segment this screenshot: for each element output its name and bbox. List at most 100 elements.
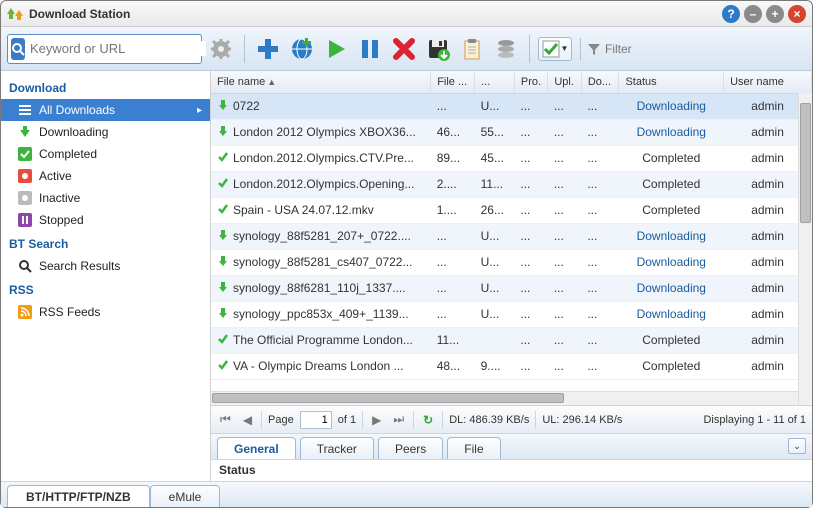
file-name: London.2012.Olympics.Opening... (233, 177, 414, 191)
file-size-cell: ... (431, 249, 475, 275)
refresh-button[interactable]: ↻ (420, 413, 436, 427)
cell: ... (581, 275, 619, 301)
save-button[interactable] (423, 34, 453, 64)
app-window: Download Station ? – + × (0, 0, 813, 508)
table-row[interactable]: VA - Olympic Dreams London ...48...9....… (211, 353, 812, 379)
resume-button[interactable] (321, 34, 351, 64)
table-row[interactable]: London.2012.Olympics.Opening...2....11..… (211, 171, 812, 197)
file-size-cell: ... (431, 275, 475, 301)
page-input[interactable] (300, 411, 332, 429)
search-button[interactable] (11, 38, 25, 60)
cell: ... (581, 249, 619, 275)
clipboard-button[interactable] (457, 34, 487, 64)
sidebar-item-downloading[interactable]: Downloading (1, 121, 210, 143)
status-icon (217, 125, 229, 140)
sidebar-item-label: Completed (39, 147, 202, 161)
collapse-panel-button[interactable]: ⌄ (788, 438, 806, 454)
sidebar-item-search-results[interactable]: Search Results (1, 255, 210, 277)
column-header[interactable]: User name (724, 71, 812, 93)
table-row[interactable]: synology_88f5281_cs407_0722......U......… (211, 249, 812, 275)
sidebar-item-rss-feeds[interactable]: RSS Feeds (1, 301, 210, 323)
file-size-cell: 11... (431, 327, 475, 353)
table-row[interactable]: synology_88f5281_207+_0722.......U......… (211, 223, 812, 249)
column-header[interactable]: File name▲ (211, 71, 431, 93)
queue-button[interactable] (491, 34, 521, 64)
table-row[interactable]: London.2012.Olympics.CTV.Pre...89...45..… (211, 145, 812, 171)
file-name: synology_ppc853x_409+_1139... (233, 307, 409, 321)
search-input[interactable] (28, 41, 206, 56)
table-row[interactable]: Spain - USA 24.07.12.mkv1....26.........… (211, 197, 812, 223)
page-of: of 1 (338, 414, 356, 426)
horizontal-scrollbar[interactable] (211, 391, 798, 405)
status-cell: Completed (619, 145, 724, 171)
pause-button[interactable] (355, 34, 385, 64)
cell: ... (514, 275, 547, 301)
cell: ... (548, 171, 581, 197)
cell: ... (514, 93, 547, 119)
table-row[interactable]: 0722...U............Downloadingadmin (211, 93, 812, 119)
file-name: synology_88f5281_cs407_0722... (233, 255, 412, 269)
close-button[interactable]: × (788, 5, 806, 23)
file-name: London.2012.Olympics.CTV.Pre... (233, 151, 414, 165)
file-name: The Official Programme London... (233, 333, 413, 347)
file-size-cell: 46... (431, 119, 475, 145)
cell: ... (548, 197, 581, 223)
help-button[interactable]: ? (722, 5, 740, 23)
add-button[interactable] (253, 34, 283, 64)
file-name: Spain - USA 24.07.12.mkv (233, 203, 374, 217)
status-cell: Completed (619, 171, 724, 197)
tab-peers[interactable]: Peers (378, 437, 443, 459)
filter-input[interactable] (605, 42, 806, 56)
minimize-button[interactable]: – (744, 5, 762, 23)
next-page-button[interactable]: ▶ (369, 413, 384, 427)
sidebar-item-label: All Downloads (39, 103, 191, 117)
table-row[interactable]: London 2012 Olympics XBOX36...46...55...… (211, 119, 812, 145)
cell: ... (514, 353, 547, 379)
sidebar-item-active[interactable]: Active (1, 165, 210, 187)
sidebar: DownloadAll Downloads▸DownloadingComplet… (1, 71, 211, 481)
main-panel: File name▲File ......Pro.Upl.Do...Status… (211, 71, 812, 481)
cell: U... (475, 275, 515, 301)
sidebar-item-inactive[interactable]: Inactive (1, 187, 210, 209)
cell: 45... (475, 145, 515, 171)
search-box (7, 34, 202, 64)
table-row[interactable]: synology_ppc853x_409+_1139......U.......… (211, 301, 812, 327)
first-page-button[interactable]: ⏮ (217, 412, 234, 427)
sidebar-item-label: Active (39, 169, 202, 183)
tab-general[interactable]: General (217, 437, 296, 459)
file-size-cell: ... (431, 93, 475, 119)
tab-tracker[interactable]: Tracker (300, 437, 374, 459)
file-name: 0722 (233, 99, 260, 113)
table-row[interactable]: synology_88f6281_110j_1337.......U......… (211, 275, 812, 301)
cell: ... (581, 171, 619, 197)
vertical-scrollbar[interactable] (798, 93, 812, 405)
down-arrow-icon (17, 124, 33, 140)
page-label: Page (268, 414, 294, 426)
settings-button[interactable] (206, 34, 236, 64)
last-page-button[interactable]: ⏭ (390, 412, 407, 427)
sidebar-item-all-downloads[interactable]: All Downloads ▸ (1, 99, 210, 121)
bottom-tab-bt-http-ftp-nzb[interactable]: BT/HTTP/FTP/NZB (7, 485, 150, 507)
toolbar: ▼ (1, 27, 812, 71)
status-cell: Completed (619, 327, 724, 353)
check-all-button[interactable]: ▼ (538, 37, 572, 61)
sidebar-item-stopped[interactable]: Stopped (1, 209, 210, 231)
column-header[interactable]: ... (475, 71, 515, 93)
sidebar-item-completed[interactable]: Completed (1, 143, 210, 165)
tab-file[interactable]: File (447, 437, 500, 459)
column-header[interactable]: Pro. (514, 71, 547, 93)
chevron-right-icon: ▸ (197, 105, 202, 116)
table-row[interactable]: The Official Programme London...11......… (211, 327, 812, 353)
column-header[interactable]: Status (619, 71, 724, 93)
cell: ... (514, 171, 547, 197)
maximize-button[interactable]: + (766, 5, 784, 23)
column-header[interactable]: Do... (581, 71, 619, 93)
bottom-tab-emule[interactable]: eMule (150, 485, 221, 507)
delete-button[interactable] (389, 34, 419, 64)
detail-tabs: GeneralTrackerPeersFile ⌄ (211, 433, 812, 459)
column-header[interactable]: File ... (431, 71, 475, 93)
add-url-button[interactable] (287, 34, 317, 64)
prev-page-button[interactable]: ◀ (240, 413, 255, 427)
column-header[interactable]: Upl. (548, 71, 581, 93)
cell: 55... (475, 119, 515, 145)
